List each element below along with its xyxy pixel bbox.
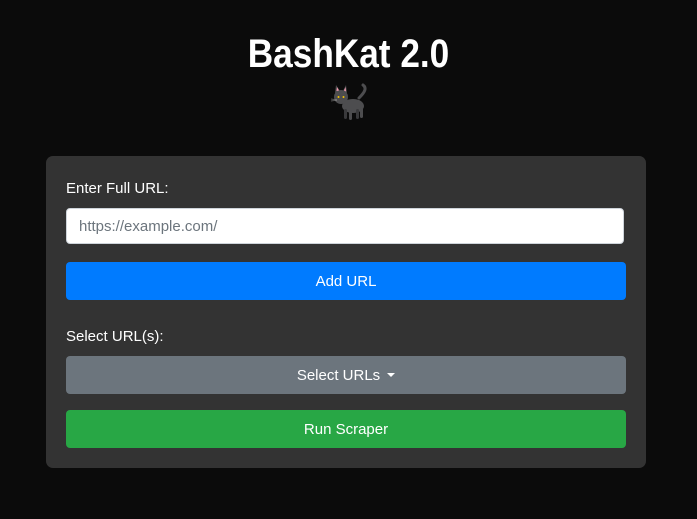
page-title: BashKat 2.0 xyxy=(247,32,450,76)
run-scraper-button[interactable]: Run Scraper xyxy=(66,410,626,448)
select-urls-dropdown[interactable]: Select URLs xyxy=(66,356,626,394)
url-input[interactable] xyxy=(66,208,624,244)
run-scraper-button-label: Run Scraper xyxy=(303,420,389,438)
cat-icon xyxy=(330,83,367,120)
page-header: BashKat 2.0 xyxy=(0,28,697,122)
caret-down-icon xyxy=(387,373,396,377)
add-url-button[interactable]: Add URL xyxy=(66,262,626,300)
select-urls-label: Select URL(s): xyxy=(66,328,164,345)
add-url-button-label: Add URL xyxy=(315,272,377,290)
select-urls-dropdown-label: Select URLs xyxy=(296,366,381,384)
url-input-label: Enter Full URL: xyxy=(66,180,169,197)
scraper-form-card: Enter Full URL: Add URL Select URL(s): S… xyxy=(46,156,646,468)
